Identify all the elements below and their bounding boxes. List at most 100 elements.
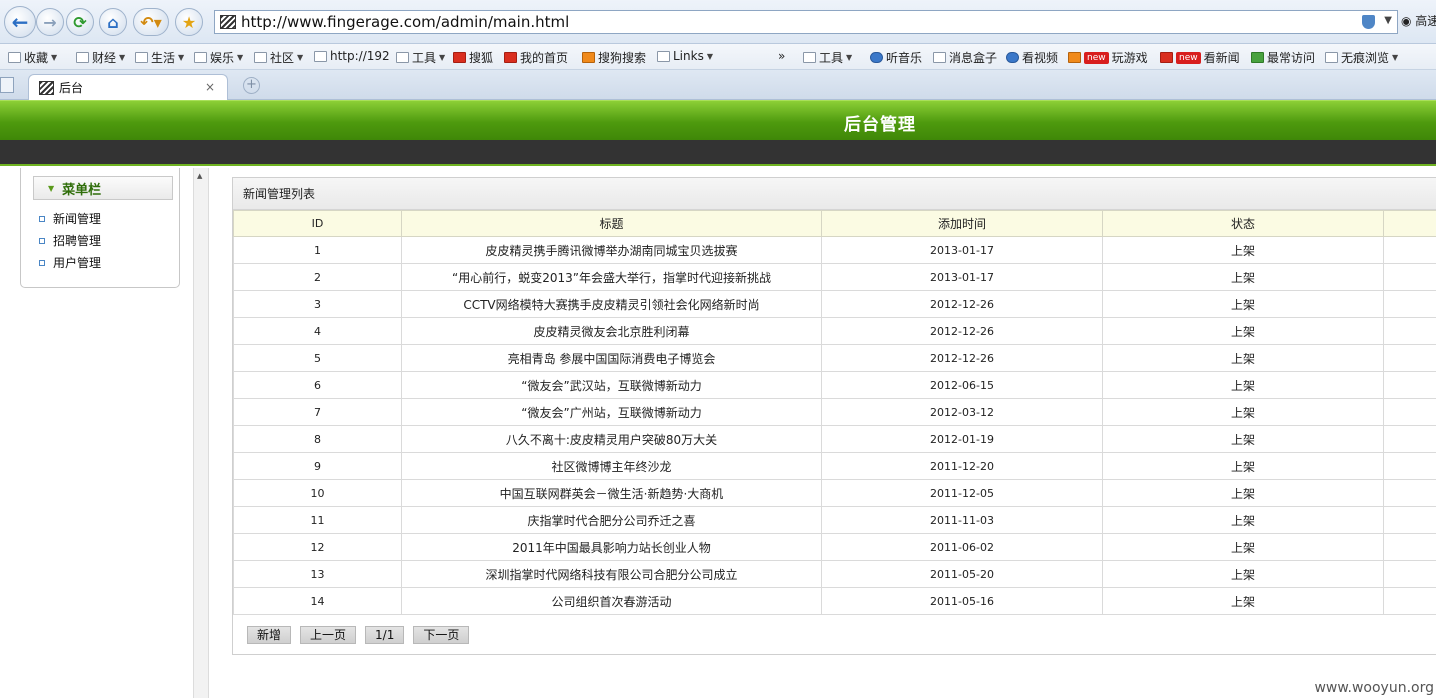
cell-actions	[1383, 425, 1436, 453]
bookmark-item[interactable]: 财经 ▼	[76, 49, 125, 66]
home-icon[interactable]: ⌂	[99, 8, 127, 36]
favorite-star-icon[interactable]: ★	[175, 8, 203, 36]
cell-status: 上架	[1102, 533, 1384, 561]
dropdown-arrow-icon: ▼	[297, 53, 304, 62]
bookmarks-bar: 收藏 ▼ 财经 ▼ 生活 ▼ 娱乐 ▼ 社区 ▼ http://192 工具 ▼ 搜狐 我的首页 搜狗搜索 Li…	[0, 44, 1436, 70]
bookmark-item[interactable]: 收藏 ▼	[8, 49, 57, 66]
folder-icon	[135, 52, 148, 63]
table-row[interactable]: 6 “微友会”武汉站，互联微博新动力 2012-06-15 上架	[233, 371, 1436, 399]
table-header-row: ID 标题 添加时间 状态	[233, 210, 1436, 237]
bookmark-item[interactable]: http://192	[314, 49, 390, 63]
cell-id: 7	[233, 398, 402, 426]
cell-actions	[1383, 398, 1436, 426]
sidebar-toggle-icon[interactable]	[0, 77, 14, 93]
bookmark-label: 我的首页	[520, 51, 569, 65]
bookmark-item[interactable]: Links ▼	[657, 49, 713, 63]
cell-id: 3	[233, 290, 402, 318]
frame-scrollbar[interactable]: ▲	[193, 168, 209, 698]
bookmark-item[interactable]: 搜狗搜索	[582, 49, 646, 66]
bookmark-item[interactable]: 消息盒子	[933, 49, 997, 66]
bookmark-item[interactable]: 工具 ▼	[396, 49, 445, 66]
bookmark-label: 娱乐	[210, 51, 235, 65]
bookmark-item[interactable]: 听音乐	[870, 49, 922, 66]
table-row[interactable]: 12 2011年中国最具影响力站长创业人物 2011-06-02 上架	[233, 533, 1436, 561]
bookmark-item[interactable]: 生活 ▼	[135, 49, 184, 66]
cell-status: 上架	[1102, 398, 1384, 426]
search-hint: 高速	[1415, 14, 1436, 28]
prev-page-button[interactable]: 上一页	[300, 626, 357, 644]
tab-close-icon[interactable]: ×	[205, 80, 215, 94]
back-arrow-icon[interactable]: ←	[4, 6, 36, 38]
cell-id: 8	[233, 425, 402, 453]
bookmark-item[interactable]: 最常访问	[1251, 49, 1315, 66]
table-row[interactable]: 8 八久不离十:皮皮精灵用户突破80万大关 2012-01-19 上架	[233, 425, 1436, 453]
bookmark-item[interactable]: 娱乐 ▼	[194, 49, 243, 66]
bookmark-label: 玩游戏	[1111, 51, 1148, 65]
table-row[interactable]: 7 “微友会”广州站，互联微博新动力 2012-03-12 上架	[233, 398, 1436, 426]
search-engine-chip[interactable]: ◉ 高速	[1401, 12, 1436, 29]
undo-icon[interactable]: ↶▾	[133, 8, 169, 36]
table-row[interactable]: 1 皮皮精灵携手腾讯微博举办湖南同城宝贝选拔赛 2013-01-17 上架	[233, 236, 1436, 264]
sogou-icon	[582, 52, 595, 63]
cell-title: CCTV网络模特大赛携手皮皮精灵引领社会化网络新时尚	[401, 290, 822, 318]
triangle-down-icon: ▼	[48, 183, 55, 193]
bookmark-label: 生活	[151, 51, 176, 65]
table-row[interactable]: 3 CCTV网络模特大赛携手皮皮精灵引领社会化网络新时尚 2012-12-26 上架	[233, 290, 1436, 318]
cell-id: 1	[233, 236, 402, 264]
bookmark-label: 社区	[270, 51, 295, 65]
new-badge: new	[1084, 51, 1109, 64]
cell-date: 2012-12-26	[821, 317, 1103, 345]
table-row[interactable]: 9 社区微博博主年终沙龙 2011-12-20 上架	[233, 452, 1436, 480]
table-row[interactable]: 14 公司组织首次春游活动 2011-05-16 上架	[233, 587, 1436, 615]
bookmark-item[interactable]: 我的首页	[504, 49, 568, 66]
tab-favicon-icon	[39, 80, 54, 95]
cell-id: 9	[233, 452, 402, 480]
table-row[interactable]: 11 庆指掌时代合肥分公司乔迁之喜 2011-11-03 上架	[233, 506, 1436, 534]
address-dropdown-icon[interactable]: ▼	[1384, 15, 1392, 26]
new-tab-icon[interactable]: +	[243, 77, 260, 94]
private-icon	[1325, 52, 1338, 63]
cell-title: 八久不离十:皮皮精灵用户突破80万大关	[401, 425, 822, 453]
security-shield-icon[interactable]	[1362, 15, 1375, 29]
bookmark-item[interactable]: 工具 ▼	[803, 49, 852, 66]
cell-id: 5	[233, 344, 402, 372]
cell-id: 6	[233, 371, 402, 399]
cell-actions	[1383, 560, 1436, 588]
table-row[interactable]: 4 皮皮精灵微友会北京胜利闭幕 2012-12-26 上架	[233, 317, 1436, 345]
address-bar[interactable]: http://www.fingerage.com/admin/main.html…	[214, 10, 1398, 34]
bookmark-label: 搜狐	[469, 51, 494, 65]
menu-header[interactable]: ▼ 菜单栏	[33, 176, 173, 200]
sidebar-item-users[interactable]: 用户管理	[39, 254, 101, 271]
address-url[interactable]: http://www.fingerage.com/admin/main.html	[241, 13, 569, 31]
cell-actions	[1383, 479, 1436, 507]
next-page-button[interactable]: 下一页	[413, 626, 470, 644]
add-button[interactable]: 新增	[247, 626, 292, 644]
bookmark-item[interactable]: 搜狐	[453, 49, 493, 66]
scroll-up-icon[interactable]: ▲	[197, 172, 202, 180]
cell-actions	[1383, 371, 1436, 399]
refresh-icon[interactable]: ⟳	[66, 8, 94, 36]
cell-date: 2011-05-20	[821, 560, 1103, 588]
forward-arrow-icon[interactable]: →	[36, 8, 64, 36]
tab-active[interactable]: 后台 ×	[28, 74, 228, 100]
sidebar-item-news[interactable]: 新闻管理	[39, 210, 101, 227]
table-row[interactable]: 5 亮相青岛 参展中国国际消费电子博览会 2012-12-26 上架	[233, 344, 1436, 372]
bookmark-item[interactable]: new 玩游戏	[1068, 49, 1148, 66]
bookmark-item[interactable]: 无痕浏览 ▼	[1325, 49, 1398, 66]
table-row[interactable]: 13 深圳指掌时代网络科技有限公司合肥分公司成立 2011-05-20 上架	[233, 560, 1436, 588]
table-row[interactable]: 10 中国互联网群英会－微生活·新趋势·大商机 2011-12-05 上架	[233, 479, 1436, 507]
page-indicator: 1/1	[365, 626, 405, 644]
bookmark-item[interactable]: »	[778, 49, 785, 63]
dropdown-arrow-icon: ▼	[178, 53, 185, 62]
sidebar-item-recruit[interactable]: 招聘管理	[39, 232, 101, 249]
bookmark-label: 无痕浏览	[1341, 51, 1390, 65]
cell-id: 11	[233, 506, 402, 534]
bookmark-item[interactable]: new 看新闻	[1160, 49, 1240, 66]
new-badge: new	[1176, 51, 1201, 64]
cell-title: 深圳指掌时代网络科技有限公司合肥分公司成立	[401, 560, 822, 588]
bookmark-item[interactable]: 看视频	[1006, 49, 1058, 66]
cell-status: 上架	[1102, 317, 1384, 345]
table-row[interactable]: 2 “用心前行，蜕变2013”年会盛大举行，指掌时代迎接新挑战 2013-01-17…	[233, 263, 1436, 291]
bookmark-item[interactable]: 社区 ▼	[254, 49, 303, 66]
cell-actions	[1383, 236, 1436, 264]
